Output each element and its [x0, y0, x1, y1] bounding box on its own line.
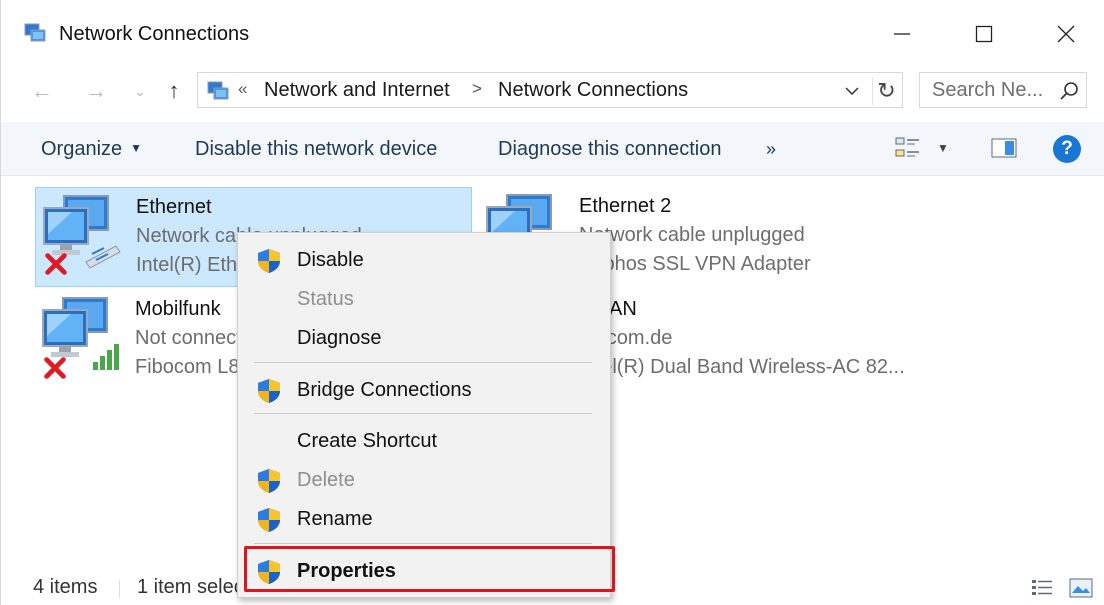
menu-item-label: Bridge Connections [297, 379, 472, 401]
red-x-icon [43, 356, 67, 380]
large-icons-view-icon[interactable] [1069, 578, 1093, 598]
title-bar: Network Connections [1, 0, 1104, 66]
window-title: Network Connections [59, 23, 250, 45]
connection-name: Ethernet 2 [579, 195, 672, 217]
network-connections-icon [206, 80, 230, 102]
menu-item-label: Delete [297, 469, 355, 491]
details-view-icon[interactable] [1031, 578, 1053, 598]
minimize-button[interactable] [879, 14, 925, 54]
menu-item-bridge-connections[interactable]: Bridge Connections [238, 371, 610, 409]
context-menu: Disable Status Diagnose Bridge Connectio… [237, 232, 611, 598]
menu-item-diagnose[interactable]: Diagnose [238, 319, 610, 357]
connection-status: Network cable unplugged [579, 224, 805, 246]
refresh-button[interactable]: ↻ [872, 77, 900, 105]
menu-separator [254, 413, 592, 414]
back-arrow-icon: ← [31, 78, 53, 103]
breadcrumb-separator-icon[interactable]: > [472, 79, 482, 99]
connection-adapter: Fibocom L8 [135, 356, 240, 378]
breadcrumb-network-connections[interactable]: Network Connections [498, 79, 688, 102]
up-arrow-icon: ↑ [168, 78, 180, 103]
menu-item-disable[interactable]: Disable [238, 241, 610, 279]
breadcrumb-network-and-internet[interactable]: Network and Internet [264, 79, 450, 102]
search-box[interactable] [919, 72, 1087, 108]
uac-shield-icon [256, 248, 282, 274]
minimize-icon [894, 33, 910, 35]
menu-item-label: Status [297, 288, 354, 310]
menu-item-label: Rename [297, 508, 373, 530]
forward-arrow-icon: → [85, 78, 107, 103]
network-connections-app-icon [23, 22, 47, 44]
command-bar: Organize ▼ Disable this network device Di… [1, 122, 1104, 176]
address-dropdown-button[interactable] [842, 81, 862, 101]
back-button[interactable]: ← [29, 78, 55, 104]
menu-item-delete: Delete [238, 461, 610, 499]
uac-shield-icon [256, 378, 282, 404]
organize-menu-button[interactable]: Organize ▼ [41, 138, 142, 161]
close-button[interactable] [1043, 14, 1089, 54]
menu-item-create-shortcut[interactable]: Create Shortcut [238, 422, 610, 460]
menu-item-status: Status [238, 280, 610, 318]
maximize-icon [975, 25, 993, 43]
connection-adapter: Intel(R) Dual Band Wireless-AC 82... [579, 356, 905, 378]
connection-name: Ethernet [136, 196, 212, 218]
recent-locations-button[interactable]: ⌄ [127, 78, 153, 104]
up-button[interactable]: ↑ [161, 78, 187, 104]
menu-separator [254, 543, 592, 544]
change-view-icon[interactable] [895, 136, 921, 160]
menu-separator [254, 362, 592, 363]
more-commands-button[interactable]: » [766, 139, 776, 160]
uac-shield-icon [256, 468, 282, 494]
help-icon[interactable]: ? [1053, 135, 1081, 163]
navigation-bar: ← → ⌄ ↑ « Network and Internet > Network… [1, 66, 1104, 114]
refresh-icon: ↻ [877, 78, 896, 103]
connection-name: Mobilfunk [135, 298, 221, 320]
menu-item-label: Disable [297, 249, 364, 271]
chevron-down-icon: ⌄ [134, 82, 146, 99]
forward-button[interactable]: → [83, 78, 109, 104]
menu-item-rename[interactable]: Rename [238, 500, 610, 538]
organize-label: Organize [41, 138, 123, 160]
preview-pane-icon[interactable] [991, 138, 1017, 158]
breadcrumb-overflow-icon[interactable]: « [238, 79, 247, 99]
menu-item-label: Diagnose [297, 327, 382, 349]
search-icon[interactable] [1058, 80, 1080, 102]
view-dropdown-icon[interactable]: ▼ [937, 141, 949, 155]
chevron-down-icon [845, 87, 859, 96]
properties-highlight-box [244, 546, 615, 592]
address-bar[interactable]: « Network and Internet > Network Connect… [197, 72, 903, 108]
close-icon [1057, 25, 1075, 43]
search-input[interactable] [932, 77, 1050, 103]
red-x-icon [44, 252, 68, 276]
item-count: 4 items [33, 576, 98, 598]
connection-adapter: Sophos SSL VPN Adapter [579, 253, 811, 275]
uac-shield-icon [256, 507, 282, 533]
caret-down-icon: ▼ [130, 141, 143, 155]
disable-device-button[interactable]: Disable this network device [195, 138, 437, 161]
status-divider [119, 580, 120, 598]
explorer-window: Network Connections ← → ⌄ ↑ « Network an… [0, 0, 1104, 605]
diagnose-connection-button[interactable]: Diagnose this connection [498, 138, 721, 161]
maximize-button[interactable] [961, 14, 1007, 54]
menu-item-label: Create Shortcut [297, 430, 438, 452]
